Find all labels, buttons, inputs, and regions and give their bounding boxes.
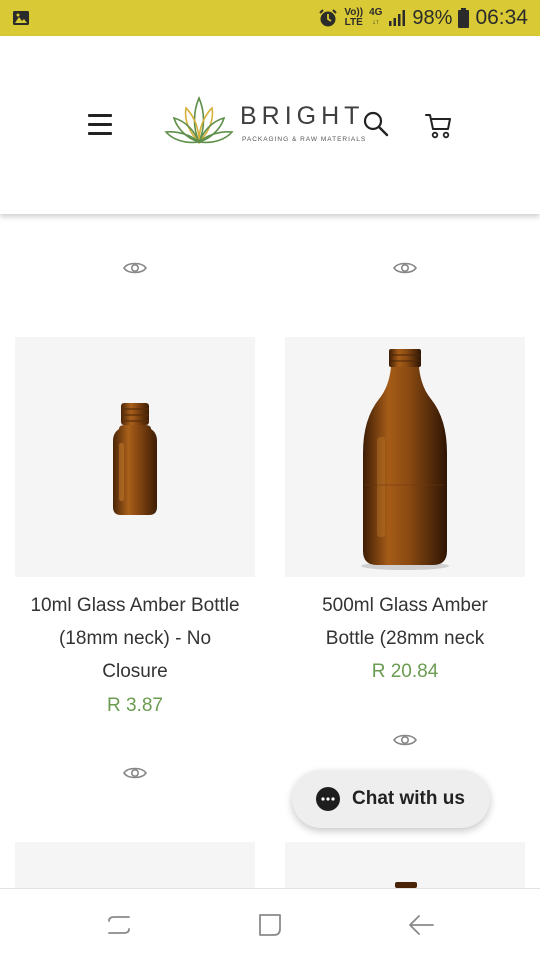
chat-label: Chat with us [352, 788, 465, 809]
status-bar: Vo)) LTE 4G ↓↑ 98% 06:34 [0, 0, 540, 36]
signal-icon [389, 10, 406, 26]
quick-view-eye-icon[interactable] [393, 733, 417, 747]
amber-bottle-small-image [113, 403, 157, 515]
product-image-next[interactable] [285, 842, 525, 892]
product-price: R 20.84 [371, 661, 439, 682]
product-title[interactable]: 500ml Glass Amber Bottle (28mm neck [285, 589, 525, 655]
back-icon[interactable] [407, 911, 435, 939]
cart-icon [425, 114, 451, 139]
quick-view-eye-icon[interactable] [123, 261, 147, 275]
recent-apps-icon[interactable] [105, 911, 133, 939]
chat-with-us-button[interactable]: Chat with us [292, 770, 490, 828]
title-line: Closure [102, 661, 168, 682]
lotus-logo-icon [164, 95, 234, 145]
bottle-cap-image [395, 882, 417, 888]
title-line: Bottle (28mm neck [325, 628, 485, 649]
menu-button[interactable] [88, 114, 112, 136]
product-image-10ml-amber-bottle[interactable] [15, 337, 255, 577]
quick-view-eye-icon[interactable] [393, 261, 417, 275]
alarm-icon [319, 9, 338, 27]
search-button[interactable] [362, 110, 390, 138]
menu-icon-line [88, 132, 112, 135]
gallery-icon [13, 11, 29, 25]
chat-bubble-icon [316, 787, 340, 811]
quick-view-eye-icon[interactable] [123, 766, 147, 780]
clock: 06:34 [475, 6, 528, 29]
title-line: 10ml Glass Amber Bottle [30, 595, 240, 616]
title-line: (18mm neck) - No [58, 628, 212, 649]
title-line: 500ml Glass Amber [322, 595, 488, 616]
product-title[interactable]: 10ml Glass Amber Bottle (18mm neck) - No… [15, 589, 255, 688]
amber-bottle-large-image [361, 349, 449, 570]
brand-logo[interactable]: BRIGHT PACKAGING & RAW MATERIALS [164, 94, 379, 146]
system-nav-bar [0, 888, 540, 960]
cart-button[interactable] [424, 110, 454, 140]
brand-tagline: PACKAGING & RAW MATERIALS [242, 136, 367, 143]
product-image-next[interactable] [15, 842, 255, 892]
battery-percent: 98% [412, 6, 453, 29]
product-price: R 3.87 [107, 695, 163, 716]
home-icon[interactable] [256, 911, 284, 939]
menu-icon-line [88, 123, 112, 126]
network-type-indicator: 4G ↓↑ [369, 7, 383, 27]
battery-icon [458, 8, 470, 28]
product-image-500ml-amber-bottle[interactable] [285, 337, 525, 577]
site-header: BRIGHT PACKAGING & RAW MATERIALS [0, 36, 540, 214]
volte-indicator: Vo)) LTE [344, 7, 364, 28]
search-icon [363, 111, 389, 137]
brand-wordmark: BRIGHT [240, 102, 365, 130]
menu-icon-line [88, 114, 112, 117]
